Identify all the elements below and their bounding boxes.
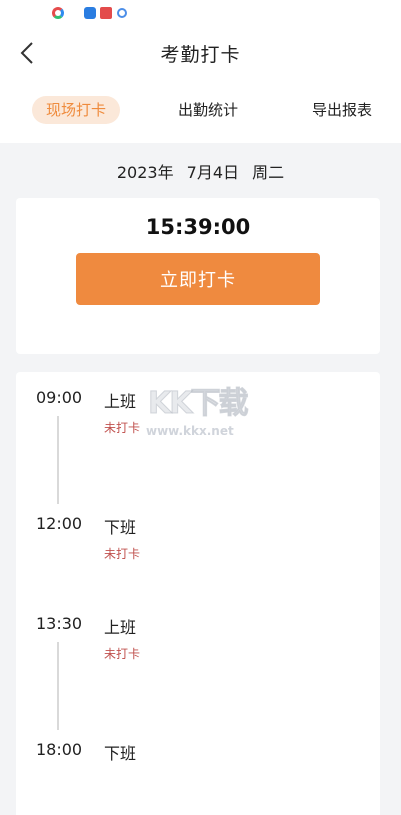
schedule-type: 上班 [104, 618, 137, 637]
timeline-connector [57, 642, 59, 730]
header-bar: 考勤打卡 [0, 30, 401, 76]
schedule-type: 上班 [104, 392, 137, 411]
notification-app-icon [84, 7, 96, 19]
punch-status: 未打卡 [104, 647, 141, 661]
notification-app-icon-2 [100, 7, 112, 19]
schedule-time: 13:30 [36, 614, 83, 633]
date-display: 2023年 7月4日 周二 [0, 159, 401, 183]
timeline-connector [57, 416, 59, 504]
punch-status: 未打卡 [104, 547, 141, 561]
date-year: 2023年 [116, 163, 174, 182]
schedule-type: 下班 [104, 518, 137, 537]
schedule-timeline: 09:00 上班 未打卡 12:00 下班 未打卡 13:30 上班 未打卡 1… [16, 372, 380, 815]
tab-export-report[interactable]: 导出报表 [312, 96, 372, 124]
schedule-time: 12:00 [36, 514, 83, 533]
tab-bar: 现场打卡 出勤统计 导出报表 [0, 92, 401, 128]
status-bar [0, 0, 401, 26]
tab-attendance-stats[interactable]: 出勤统计 [178, 96, 238, 124]
tab-onsite-punch[interactable]: 现场打卡 [32, 96, 120, 124]
date-weekday: 周二 [252, 163, 285, 182]
current-time: 15:39:00 [145, 215, 251, 239]
page-title: 考勤打卡 [160, 44, 241, 66]
punch-card: 15:39:00 立即打卡 [16, 198, 380, 354]
punch-now-button[interactable]: 立即打卡 [76, 253, 320, 305]
schedule-time: 09:00 [36, 388, 83, 407]
punch-status: 未打卡 [104, 421, 141, 435]
date-day: 7月4日 [186, 163, 240, 182]
notification-app-icon-3 [117, 8, 127, 18]
schedule-time: 18:00 [36, 740, 83, 759]
schedule-type: 下班 [104, 744, 137, 763]
browser-app-icon [52, 7, 64, 19]
